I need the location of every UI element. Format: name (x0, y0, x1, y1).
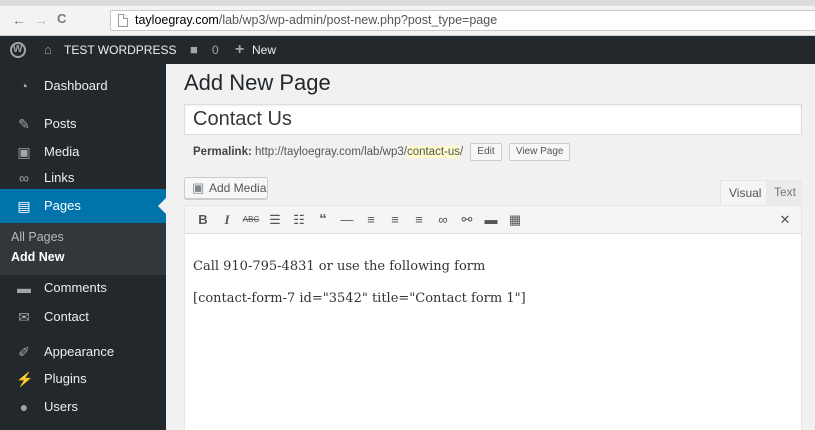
page-gutter (802, 64, 815, 430)
sidebar-item-label: Users (44, 399, 78, 414)
page-title: Add New Page (184, 70, 331, 95)
align-right-icon[interactable]: ≡ (409, 210, 429, 230)
page-icon (118, 14, 128, 27)
numbered-list-icon[interactable]: ☷ (289, 210, 309, 230)
toolbar-toggle-icon[interactable]: ▦ (505, 210, 525, 230)
remove-link-icon[interactable]: ⚯ (457, 210, 477, 230)
permalink-label: Permalink: (193, 146, 252, 158)
forward-button[interactable]: → (34, 13, 48, 27)
address-bar[interactable]: tayloegray.com/lab/wp3/wp-admin/post-new… (110, 10, 815, 31)
comment-bubble-icon[interactable]: ■ (190, 36, 198, 64)
content-shortcode: [contact-form-7 id="3542" title="Contact… (193, 291, 526, 306)
pages-icon: ▤ (17, 198, 31, 214)
comment-icon: ▬ (17, 280, 31, 296)
strikethrough-icon[interactable]: ABC (241, 210, 261, 230)
screen: ← → C tayloegray.com/lab/wp3/wp-admin/po… (0, 0, 815, 430)
permalink-row: Permalink: http://tayloegray.com/lab/wp3… (193, 143, 571, 161)
dashboard-icon: ◔ (19, 78, 29, 94)
horizontal-rule-icon[interactable]: — (337, 210, 357, 230)
pin-icon: ✎ (18, 116, 30, 132)
link-icon: ∞ (19, 170, 29, 186)
media-icon: ▣ (192, 180, 205, 195)
sidebar-item-dashboard[interactable]: ◔ Dashboard (0, 69, 166, 103)
url-domain: tayloegray.com (135, 13, 219, 27)
editor-content-area[interactable]: Call 910-795-4831 or use the following f… (185, 234, 801, 430)
sidebar-item-pages[interactable]: ▤ Pages (0, 189, 166, 223)
sidebar-item-label: Dashboard (44, 78, 108, 93)
plus-icon[interactable]: + (235, 36, 244, 64)
sidebar-item-contact[interactable]: ✉ Contact (0, 300, 166, 334)
tab-visual[interactable]: Visual (720, 180, 771, 205)
admin-sidebar: ◔ Dashboard ✎ Posts ▣ Media ∞ Links ▤ Pa… (0, 64, 166, 430)
submenu-add-new[interactable]: Add New (11, 250, 64, 264)
permalink-slug[interactable]: contact-us (406, 146, 460, 158)
brush-icon: ✐ (18, 344, 30, 360)
fullscreen-icon[interactable]: ✕ (775, 210, 795, 230)
url-path: /lab/wp3/wp-admin/post-new.php?post_type… (218, 13, 498, 27)
plugin-icon: ⚡ (16, 371, 34, 387)
sidebar-item-label: Pages (44, 198, 81, 213)
bold-icon[interactable]: B (193, 210, 213, 230)
align-center-icon[interactable]: ≡ (385, 210, 405, 230)
reload-button[interactable]: C (57, 12, 66, 26)
users-icon: ● (19, 399, 29, 415)
insert-link-icon[interactable]: ∞ (433, 210, 453, 230)
italic-icon[interactable]: I (217, 210, 237, 230)
sidebar-item-users[interactable]: ● Users (0, 390, 166, 424)
admin-bar: ⌂ TEST WORDPRESS ■ 0 + New (0, 36, 815, 64)
add-media-button[interactable]: ▣ Add Media (184, 177, 268, 199)
back-button[interactable]: ← (12, 13, 26, 27)
browser-toolbar: ← → C tayloegray.com/lab/wp3/wp-admin/po… (0, 0, 815, 36)
wordpress-logo-icon[interactable] (10, 42, 26, 58)
add-media-label: Add Media (209, 181, 267, 195)
permalink-trailing: / (460, 146, 464, 158)
tab-text[interactable]: Text (766, 180, 805, 205)
home-icon: ⌂ (44, 42, 52, 57)
bullet-list-icon[interactable]: ☰ (265, 210, 285, 230)
view-page-button[interactable]: View Page (508, 143, 571, 161)
content-paragraph: Call 910-795-4831 or use the following f… (193, 259, 486, 274)
media-icon: ▣ (17, 144, 31, 160)
edit-permalink-button[interactable]: Edit (470, 143, 502, 161)
mail-icon: ✉ (18, 309, 30, 325)
submenu-all-pages[interactable]: All Pages (11, 230, 64, 244)
pages-submenu: All Pages Add New (0, 223, 166, 275)
sidebar-item-label: Contact (44, 309, 89, 324)
site-name-link[interactable]: TEST WORDPRESS (64, 36, 176, 64)
permalink-base-url[interactable]: http://tayloegray.com/lab/wp3/ (255, 146, 407, 158)
content-editor: B I ABC ☰ ☷ “ — ≡ ≡ ≡ ∞ ⚯ ▬ ▦ ✕ Call 910… (184, 205, 802, 430)
active-indicator-arrow (158, 198, 166, 214)
comments-count[interactable]: 0 (212, 36, 219, 64)
post-title-input[interactable]: Contact Us (184, 104, 802, 135)
align-left-icon[interactable]: ≡ (361, 210, 381, 230)
blockquote-icon[interactable]: “ (313, 210, 333, 230)
browser-tab-strip (0, 0, 815, 6)
read-more-icon[interactable]: ▬ (481, 210, 501, 230)
new-content-link[interactable]: New (252, 36, 276, 64)
editor-toolbar: B I ABC ☰ ☷ “ — ≡ ≡ ≡ ∞ ⚯ ▬ ▦ ✕ (185, 206, 801, 234)
